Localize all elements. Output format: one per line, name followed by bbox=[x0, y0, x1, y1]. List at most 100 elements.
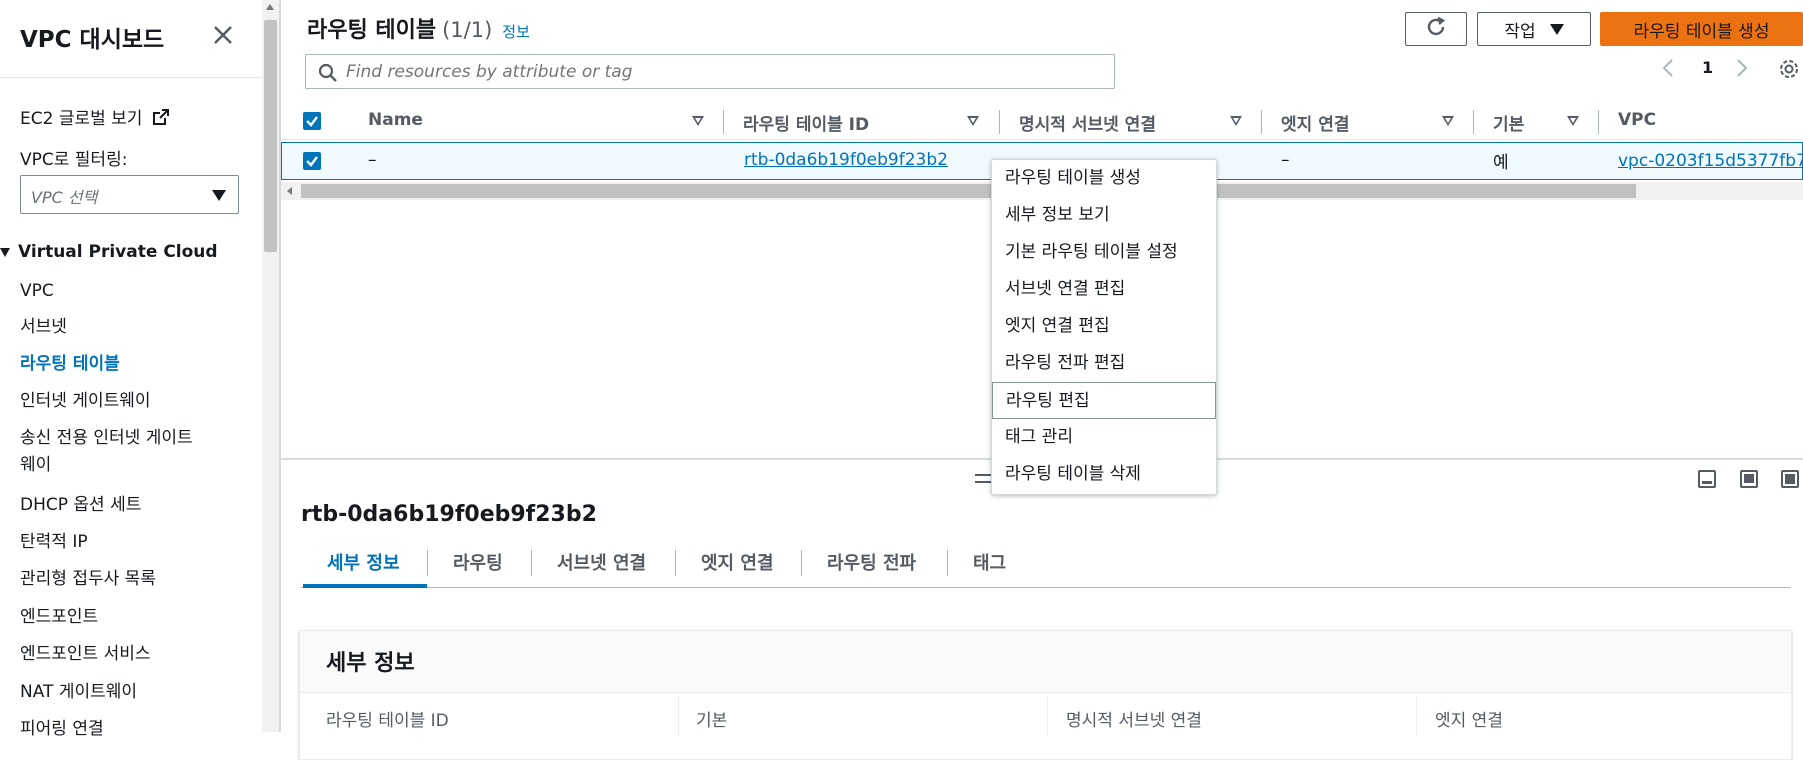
field-label-route-table-id: 라우팅 테이블 ID bbox=[326, 711, 449, 731]
column-separator[interactable] bbox=[999, 110, 1000, 134]
sidebar-scrollbar[interactable] bbox=[262, 0, 279, 732]
sidebar-item-nat-gateways[interactable]: NAT 게이트웨이 bbox=[20, 679, 137, 706]
search-input[interactable] bbox=[346, 60, 1106, 84]
sidebar-item-vpc[interactable]: VPC bbox=[20, 278, 54, 305]
sort-icon[interactable] bbox=[967, 116, 979, 126]
col-header-route-table-id[interactable]: 라우팅 테이블 ID bbox=[743, 110, 869, 135]
sidebar-item-prefix-lists[interactable]: 관리형 접두사 목록 bbox=[20, 566, 156, 593]
tab-separator bbox=[801, 550, 802, 576]
sidebar-scroll-thumb[interactable] bbox=[264, 20, 277, 252]
col-header-explicit-subnet[interactable]: 명시적 서브넷 연결 bbox=[1019, 110, 1156, 135]
scroll-left-icon[interactable] bbox=[287, 187, 292, 195]
column-separator[interactable] bbox=[1261, 110, 1262, 134]
next-page-icon[interactable] bbox=[1735, 58, 1749, 82]
tab-tags[interactable]: 태그 bbox=[973, 549, 1006, 575]
cell-vpc[interactable]: vpc-0203f15d5377fb7a bbox=[1618, 151, 1803, 171]
menu-item-edit-route-propagation[interactable]: 라우팅 전파 편집 bbox=[992, 345, 1216, 382]
tab-route-propagation[interactable]: 라우팅 전파 bbox=[827, 549, 916, 575]
column-separator bbox=[678, 696, 679, 736]
sidebar-section-vpc[interactable]: Virtual Private Cloud bbox=[0, 242, 218, 262]
details-card: 세부 정보 bbox=[299, 630, 1792, 760]
sidebar-item-endpoints[interactable]: 엔드포인트 bbox=[20, 604, 98, 631]
sidebar: VPC 대시보드 EC2 글로벌 보기 VPC로 필터링: VPC 선택 Vir… bbox=[0, 0, 262, 739]
tab-edge-associations[interactable]: 엣지 연결 bbox=[701, 549, 774, 575]
tab-separator bbox=[531, 550, 532, 576]
tab-details[interactable]: 세부 정보 bbox=[327, 549, 400, 575]
info-link[interactable]: 정보 bbox=[502, 23, 530, 41]
column-separator[interactable] bbox=[1598, 110, 1599, 134]
active-tab-indicator bbox=[303, 584, 427, 588]
column-separator bbox=[1416, 696, 1417, 736]
col-header-edge[interactable]: 엣지 연결 bbox=[1281, 110, 1349, 135]
col-header-vpc[interactable]: VPC bbox=[1618, 110, 1656, 130]
menu-item-edit-routes[interactable]: 라우팅 편집 bbox=[992, 382, 1216, 419]
column-separator[interactable] bbox=[723, 110, 724, 134]
select-all-checkbox[interactable] bbox=[303, 112, 321, 130]
page-number[interactable]: 1 bbox=[1702, 58, 1713, 77]
tab-subnet-associations[interactable]: 서브넷 연결 bbox=[557, 549, 646, 575]
panel-side-icon[interactable] bbox=[1740, 470, 1758, 488]
sidebar-item-elastic-ips[interactable]: 탄력적 IP bbox=[20, 529, 88, 556]
ec2-global-view-link[interactable]: EC2 글로벌 보기 bbox=[20, 104, 170, 131]
sort-icon[interactable] bbox=[1230, 116, 1242, 126]
row-checkbox[interactable] bbox=[303, 152, 321, 170]
sidebar-section-title: Virtual Private Cloud bbox=[18, 242, 218, 262]
panel-bottom-icon[interactable] bbox=[1698, 470, 1716, 488]
close-icon[interactable] bbox=[210, 22, 236, 48]
refresh-button[interactable] bbox=[1405, 12, 1467, 46]
refresh-icon bbox=[1424, 15, 1448, 44]
menu-item-edit-subnet-associations[interactable]: 서브넷 연결 편집 bbox=[992, 271, 1216, 308]
table-header: Name 라우팅 테이블 ID 명시적 서브넷 연결 엣지 연결 기본 VPC bbox=[281, 102, 1803, 140]
main-content: 라우팅 테이블(1/1) 정보 작업 라우팅 테이블 생성 1 Name 라우팅 … bbox=[281, 0, 1803, 760]
external-link-icon bbox=[152, 108, 170, 131]
tab-separator bbox=[947, 550, 948, 576]
menu-item-view-details[interactable]: 세부 정보 보기 bbox=[992, 197, 1216, 234]
vpc-filter-label: VPC로 필터링: bbox=[20, 150, 128, 170]
caret-down-icon bbox=[0, 247, 10, 257]
page-title: 라우팅 테이블 (1/1) 정보 bbox=[307, 12, 530, 44]
sidebar-item-egress-only-gateways[interactable]: 송신 전용 인터넷 게이트 bbox=[20, 425, 193, 452]
table-scroll-thumb[interactable] bbox=[301, 184, 1636, 198]
vpc-filter-select[interactable]: VPC 선택 bbox=[20, 175, 239, 214]
cell-route-table-id[interactable]: rtb-0da6b19f0eb9f23b2 bbox=[744, 150, 948, 170]
sidebar-divider bbox=[0, 77, 262, 78]
field-label-main: 기본 bbox=[696, 711, 728, 731]
menu-item-manage-tags[interactable]: 태그 관리 bbox=[992, 419, 1216, 456]
sidebar-item-peering[interactable]: 피어링 연결 bbox=[20, 716, 104, 743]
tab-separator bbox=[675, 550, 676, 576]
col-header-main[interactable]: 기본 bbox=[1493, 110, 1524, 135]
caret-down-icon bbox=[212, 190, 226, 201]
caret-down-icon bbox=[1549, 23, 1564, 35]
sort-icon[interactable] bbox=[692, 116, 704, 126]
column-separator bbox=[1047, 696, 1048, 736]
sort-icon[interactable] bbox=[1567, 116, 1579, 126]
detail-tabs: 세부 정보 라우팅 서브넷 연결 엣지 연결 라우팅 전파 태그 bbox=[301, 540, 1791, 588]
scroll-up-icon[interactable] bbox=[266, 4, 274, 10]
menu-item-create-route-table[interactable]: 라우팅 테이블 생성 bbox=[992, 160, 1216, 197]
sidebar-item-subnets[interactable]: 서브넷 bbox=[20, 314, 67, 341]
menu-item-edit-edge-associations[interactable]: 엣지 연결 편집 bbox=[992, 308, 1216, 345]
context-menu: 라우팅 테이블 생성 세부 정보 보기 기본 라우팅 테이블 설정 서브넷 연결… bbox=[991, 159, 1217, 495]
col-header-name[interactable]: Name bbox=[368, 110, 423, 130]
sidebar-item-route-tables[interactable]: 라우팅 테이블 bbox=[20, 351, 120, 378]
prev-page-icon[interactable] bbox=[1661, 58, 1675, 82]
cell-name: – bbox=[368, 150, 377, 170]
details-card-title: 세부 정보 bbox=[326, 651, 415, 676]
search-box[interactable] bbox=[305, 54, 1115, 89]
vpc-filter-placeholder: VPC 선택 bbox=[31, 188, 98, 207]
create-route-table-button[interactable]: 라우팅 테이블 생성 bbox=[1600, 12, 1803, 46]
sidebar-item-endpoint-services[interactable]: 엔드포인트 서비스 bbox=[20, 641, 151, 668]
menu-item-set-main-route-table[interactable]: 기본 라우팅 테이블 설정 bbox=[992, 234, 1216, 271]
gear-icon[interactable] bbox=[1778, 58, 1800, 84]
search-icon bbox=[318, 63, 338, 87]
sidebar-item-internet-gateways[interactable]: 인터넷 게이트웨이 bbox=[20, 388, 151, 415]
tab-routes[interactable]: 라우팅 bbox=[453, 549, 503, 575]
sort-icon[interactable] bbox=[1442, 116, 1454, 126]
menu-item-delete-route-table[interactable]: 라우팅 테이블 삭제 bbox=[992, 456, 1216, 493]
sidebar-item-egress-only-gateways-cont[interactable]: 웨이 bbox=[20, 452, 51, 479]
column-separator[interactable] bbox=[1473, 110, 1474, 134]
sidebar-item-dhcp-options[interactable]: DHCP 옵션 세트 bbox=[20, 492, 141, 519]
field-label-edge: 엣지 연결 bbox=[1435, 711, 1503, 731]
actions-button[interactable]: 작업 bbox=[1477, 12, 1591, 46]
panel-full-icon[interactable] bbox=[1781, 470, 1799, 488]
